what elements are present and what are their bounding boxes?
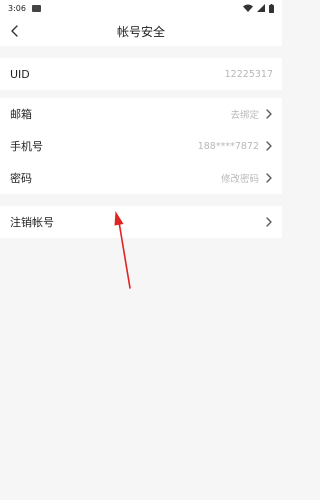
status-bar: 3:06 (0, 0, 282, 16)
wifi-icon (243, 4, 253, 12)
account-binding-group: 邮箱 去绑定 手机号 188****7872 密码 修改密码 (0, 98, 282, 194)
chevron-right-icon (266, 141, 272, 151)
cancel-account-label: 注销帐号 (10, 216, 54, 229)
phone-label: 手机号 (10, 140, 43, 153)
phone-row[interactable]: 手机号 188****7872 (0, 130, 282, 162)
password-right: 修改密码 (221, 171, 273, 185)
phone-right: 188****7872 (198, 141, 273, 152)
password-row[interactable]: 密码 修改密码 (0, 162, 282, 194)
battery-icon (269, 3, 274, 13)
back-arrow-icon (11, 25, 18, 37)
cancel-account-row[interactable]: 注销帐号 (0, 206, 282, 238)
password-value: 修改密码 (220, 174, 259, 185)
uid-right: 12225317 (225, 69, 273, 80)
section-gap (0, 194, 282, 206)
section-gap (0, 46, 282, 58)
notification-app-icon (31, 4, 41, 12)
password-label: 密码 (10, 172, 32, 185)
screen: 3:06 帐号安全 UID 12225317 邮箱 去绑定 手机号 188***… (0, 0, 282, 500)
header: 帐号安全 (0, 16, 282, 46)
signal-icon (257, 4, 265, 12)
email-row[interactable]: 邮箱 去绑定 (0, 98, 282, 130)
email-value: 去绑定 (230, 110, 259, 121)
chevron-right-icon (266, 217, 272, 227)
email-right: 去绑定 (230, 107, 273, 121)
uid-label: UID (10, 67, 30, 81)
page-title: 帐号安全 (116, 24, 165, 39)
status-left: 3:06 (8, 4, 41, 13)
status-right (243, 3, 274, 13)
uid-value: 12225317 (224, 68, 273, 80)
section-gap (0, 90, 282, 98)
cancel-account-right (265, 217, 273, 227)
uid-group: UID 12225317 (0, 58, 282, 90)
uid-row: UID 12225317 (0, 58, 282, 90)
status-time: 3:06 (8, 3, 26, 13)
chevron-right-icon (266, 109, 272, 119)
chevron-right-icon (266, 173, 272, 183)
phone-value: 188****7872 (197, 140, 259, 152)
email-label: 邮箱 (10, 108, 32, 121)
back-button[interactable] (7, 23, 23, 39)
cancel-account-group: 注销帐号 (0, 206, 282, 238)
